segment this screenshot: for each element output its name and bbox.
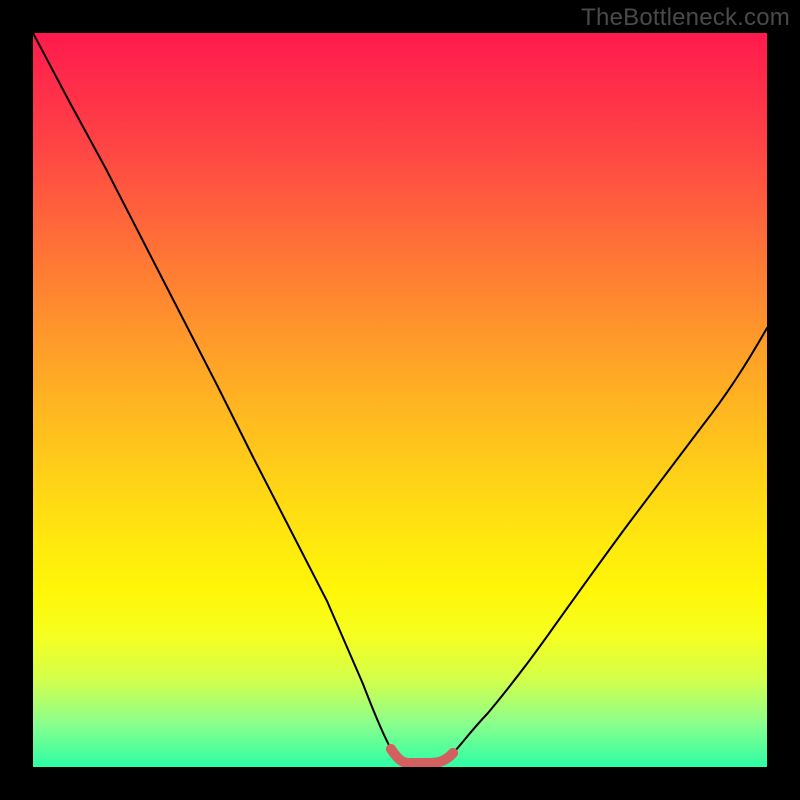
- no-bottleneck-zone: [391, 749, 453, 763]
- chart-frame: TheBottleneck.com: [0, 0, 800, 800]
- highlight-end-dot: [448, 748, 458, 758]
- watermark-text: TheBottleneck.com: [581, 4, 790, 32]
- bottleneck-chart: [33, 33, 767, 767]
- highlight-start-dot: [386, 744, 396, 754]
- bottleneck-curve: [33, 33, 767, 763]
- plot-area: [33, 33, 767, 767]
